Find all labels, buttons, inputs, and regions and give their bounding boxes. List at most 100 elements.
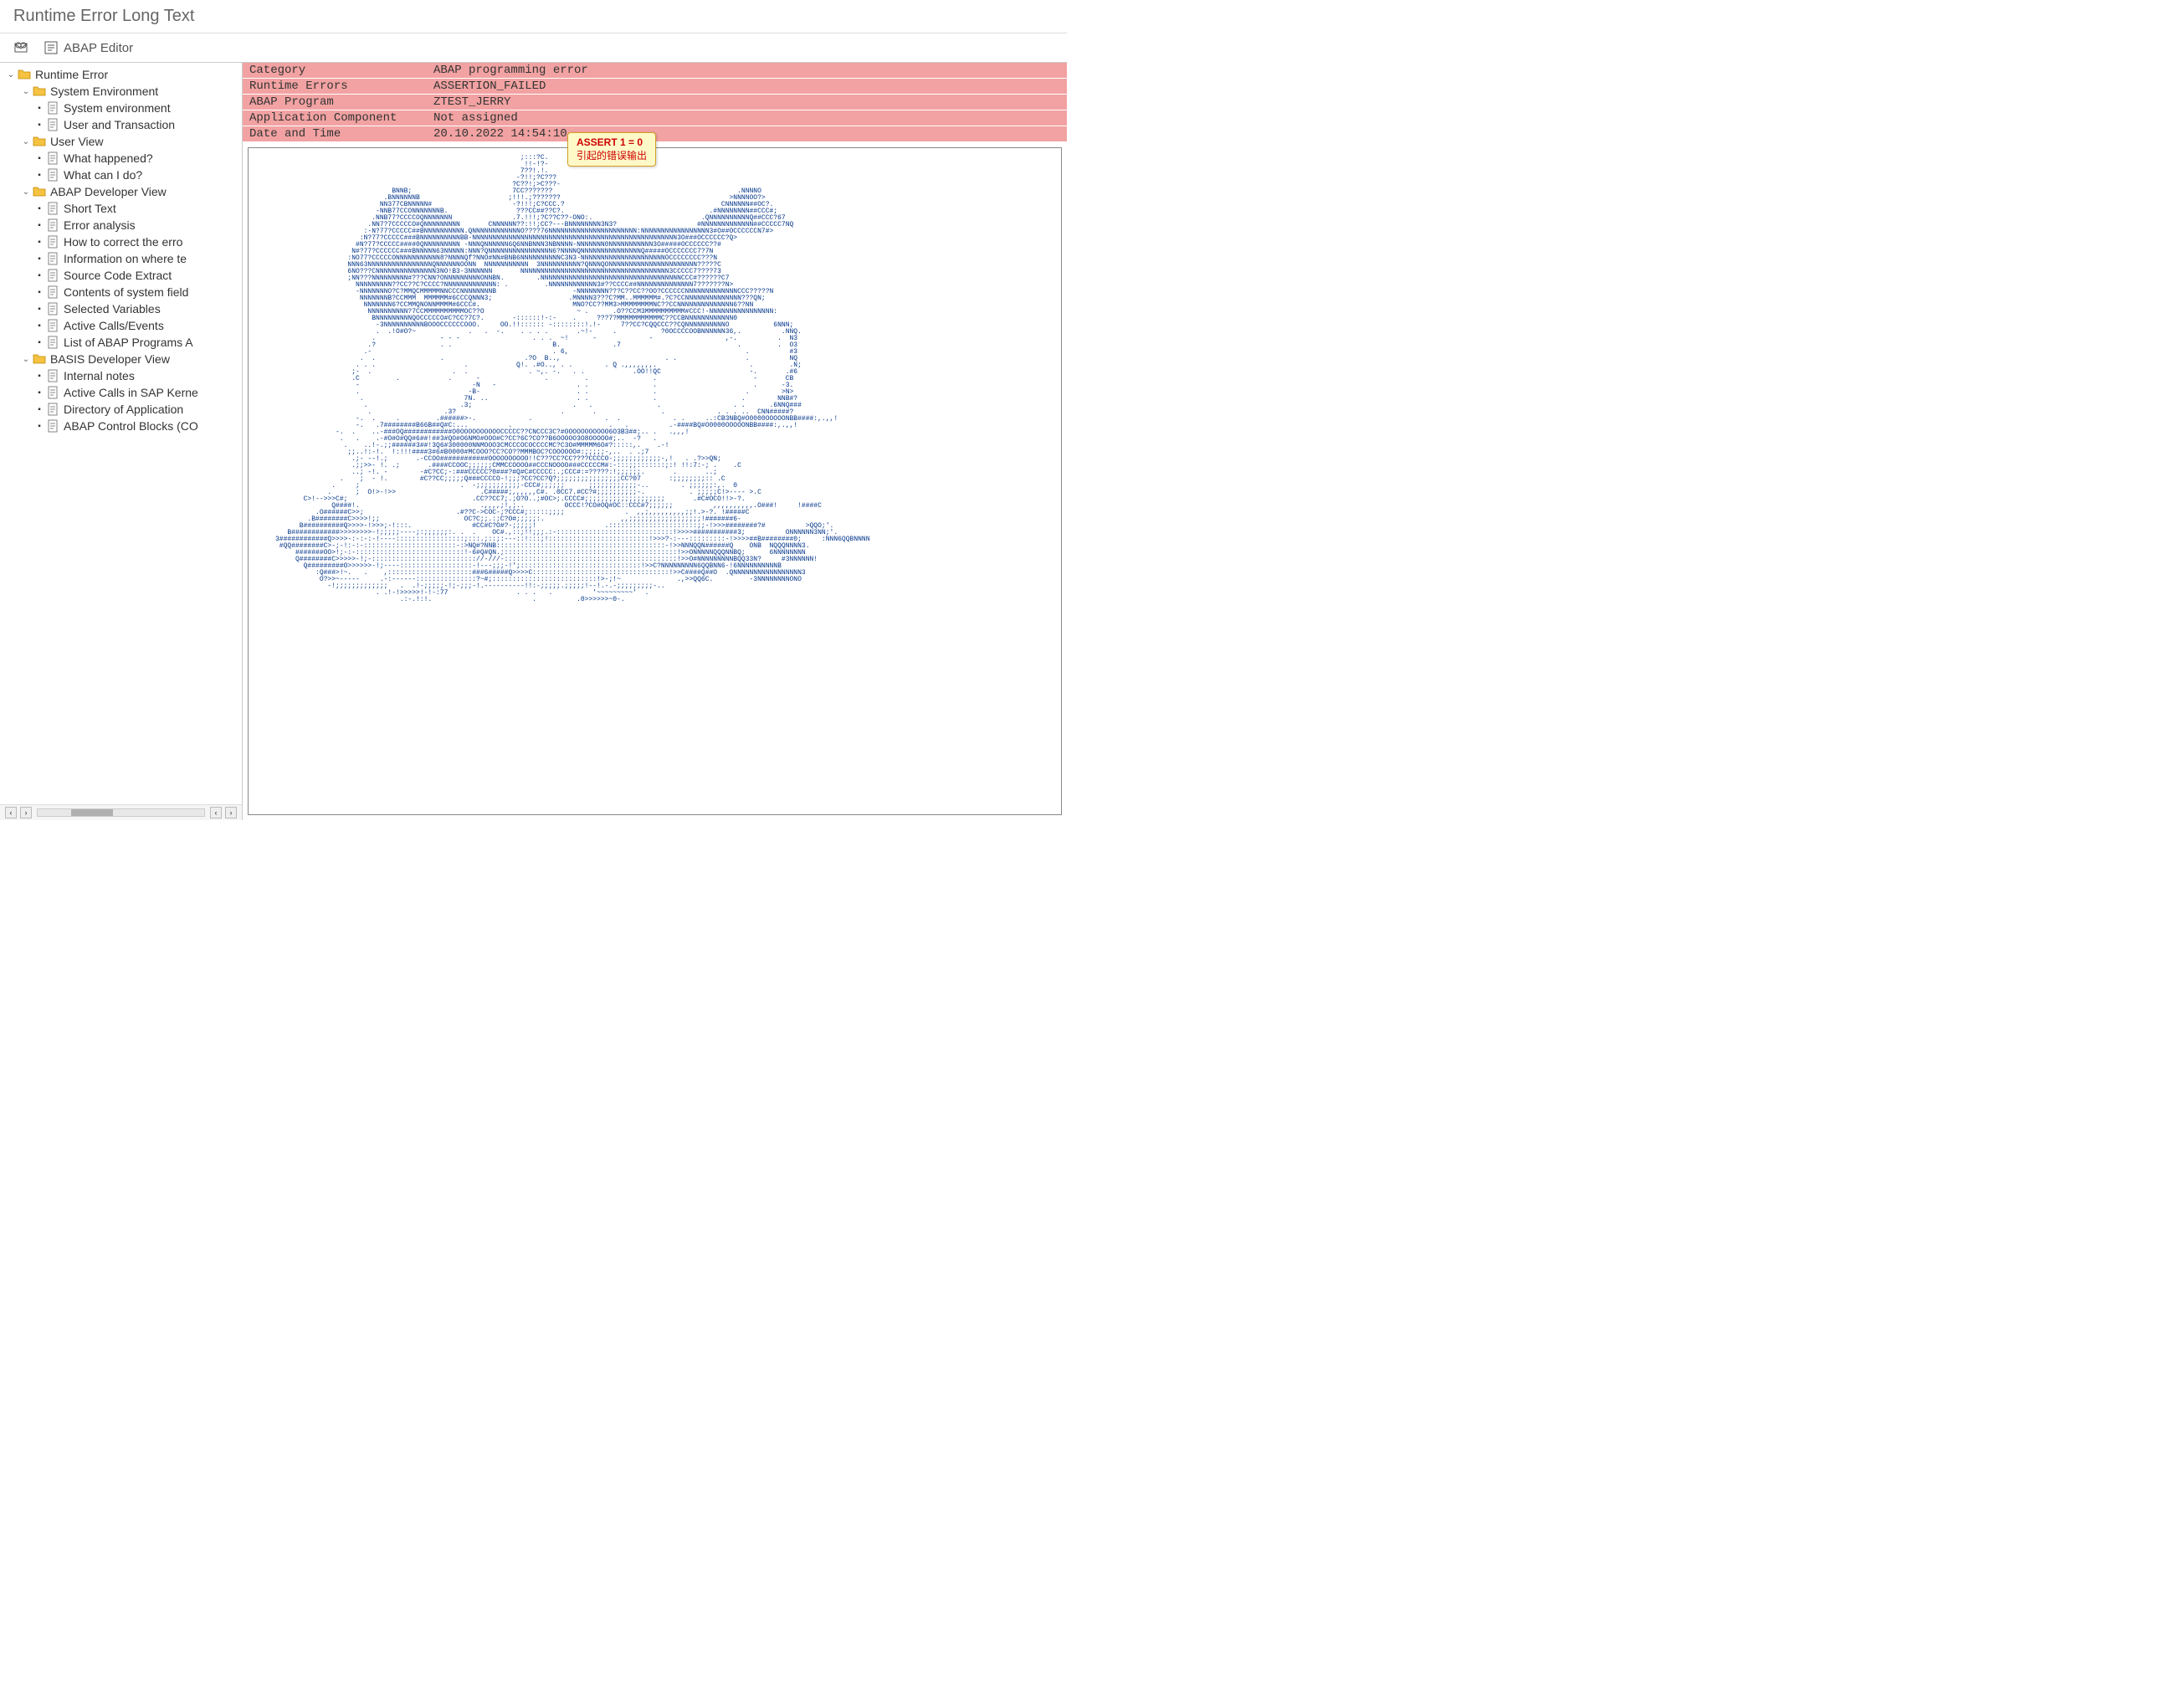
header-row: Application ComponentNot assigned	[243, 110, 1067, 126]
chevron-down-icon[interactable]: ⌄	[20, 187, 32, 197]
header-key: Date and Time	[243, 126, 427, 142]
tree-label: Error analysis	[64, 218, 136, 232]
bullet-icon: ▪	[35, 154, 44, 163]
bullet-icon: ▪	[35, 238, 44, 247]
scroll-left-btn-2[interactable]: ‹	[210, 807, 222, 818]
tree-label: Internal notes	[64, 369, 135, 382]
chevron-down-icon[interactable]: ⌄	[20, 355, 32, 364]
tree-doc-item[interactable]: ▪Information on where te	[2, 250, 240, 267]
tree-label: Selected Variables	[64, 302, 161, 316]
document-icon	[45, 269, 60, 282]
tree-doc-item[interactable]: ▪ What can I do?	[2, 167, 240, 183]
scrollbar-track[interactable]	[37, 808, 205, 817]
tree-label: What happened?	[64, 151, 153, 165]
tree-label: Short Text	[64, 202, 116, 215]
header-row: Runtime ErrorsASSERTION_FAILED	[243, 79, 1067, 95]
folder-icon	[32, 136, 47, 147]
editor-icon[interactable]	[42, 38, 60, 57]
document-icon	[45, 403, 60, 416]
bullet-icon: ▪	[35, 372, 44, 381]
tree-label: Runtime Error	[35, 68, 108, 81]
error-header-table: CategoryABAP programming errorRuntime Er…	[243, 63, 1067, 142]
toolbar-editor-label[interactable]: ABAP Editor	[64, 41, 133, 55]
tree-doc-item[interactable]: ▪ User and Transaction	[2, 116, 240, 133]
tree-folder[interactable]: ⌄ABAP Developer View	[2, 183, 240, 200]
tree-doc-item[interactable]: ▪ Short Text	[2, 200, 240, 217]
tree-label: User and Transaction	[64, 118, 175, 131]
tree-label: Active Calls/Events	[64, 319, 164, 332]
chevron-down-icon[interactable]: ⌄	[20, 137, 32, 146]
bullet-icon: ▪	[35, 121, 44, 130]
header-key: Runtime Errors	[243, 79, 427, 95]
tree-doc-item[interactable]: ▪ Error analysis	[2, 217, 240, 233]
bullet-icon: ▪	[35, 388, 44, 398]
header-key: ABAP Program	[243, 95, 427, 110]
tree-folder[interactable]: ⌄ BASIS Developer View	[2, 351, 240, 367]
tree-label: Directory of Application	[64, 403, 183, 416]
tree: ⌄Runtime Error⌄System Environment▪System…	[0, 63, 242, 804]
annotation-callout: ASSERT 1 = 0 引起的错误输出	[567, 132, 656, 167]
bullet-icon: ▪	[35, 104, 44, 113]
document-icon	[45, 369, 60, 382]
header-key: Category	[243, 63, 427, 79]
bullet-icon: ▪	[35, 321, 44, 331]
tree-doc-item[interactable]: ▪ Contents of system field	[2, 284, 240, 300]
tree-label: System environment	[64, 101, 171, 115]
tree-label: BASIS Developer View	[50, 352, 170, 366]
document-icon	[45, 336, 60, 349]
tree-doc-item[interactable]: ▪ Selected Variables	[2, 300, 240, 317]
header-value: Not assigned	[427, 110, 1067, 126]
bullet-icon: ▪	[35, 288, 44, 297]
document-icon	[45, 302, 60, 316]
mail-icon[interactable]	[13, 38, 32, 57]
scroll-left-btn[interactable]: ‹	[5, 807, 17, 818]
ascii-dump-area[interactable]: ;:::?C. !!-!?- 7??!.!.	[248, 147, 1062, 815]
bullet-icon: ▪	[35, 171, 44, 180]
document-icon	[45, 319, 60, 332]
document-icon	[45, 386, 60, 399]
tree-doc-item[interactable]: ▪ ABAP Control Blocks (CO	[2, 418, 240, 434]
bullet-icon: ▪	[35, 204, 44, 213]
scroll-right-btn[interactable]: ›	[20, 807, 32, 818]
tree-doc-item[interactable]: ▪How to correct the erro	[2, 233, 240, 250]
tree-doc-item[interactable]: ▪Active Calls in SAP Kerne	[2, 384, 240, 401]
tree-doc-item[interactable]: ▪ Internal notes	[2, 367, 240, 384]
bullet-icon: ▪	[35, 422, 44, 431]
tree-doc-item[interactable]: ▪ Directory of Application	[2, 401, 240, 418]
folder-icon	[32, 186, 47, 198]
tree-label: What can I do?	[64, 168, 142, 182]
bullet-icon: ▪	[35, 305, 44, 314]
document-icon	[45, 151, 60, 165]
bullet-icon: ▪	[35, 271, 44, 280]
callout-line1: ASSERT 1 = 0	[577, 136, 647, 148]
document-icon	[45, 419, 60, 433]
tree-doc-item[interactable]: ▪ Active Calls/Events	[2, 317, 240, 334]
tree-doc-item[interactable]: ▪ What happened?	[2, 150, 240, 167]
tree-doc-item[interactable]: ▪ System environment	[2, 100, 240, 116]
ascii-art: ;:::?C. !!-!?- 7??!.!.	[255, 155, 1054, 603]
tree-folder[interactable]: ⌄ User View	[2, 133, 240, 150]
bullet-icon: ▪	[35, 221, 44, 230]
tree-label: Contents of system field	[64, 285, 188, 299]
tree-folder[interactable]: ⌄ System Environment	[2, 83, 240, 100]
bullet-icon: ▪	[35, 405, 44, 414]
callout-line2: 引起的错误输出	[577, 148, 647, 162]
header-row: CategoryABAP programming error	[243, 63, 1067, 79]
scroll-right-btn-2[interactable]: ›	[225, 807, 237, 818]
chevron-down-icon[interactable]: ⌄	[5, 70, 17, 80]
tree-doc-item[interactable]: ▪List of ABAP Programs A	[2, 334, 240, 351]
document-icon	[45, 168, 60, 182]
tree-folder[interactable]: ⌄ Runtime Error	[2, 66, 240, 83]
document-icon	[45, 118, 60, 131]
scrollbar-thumb[interactable]	[71, 809, 113, 816]
document-icon	[45, 202, 60, 215]
header-value: 20.10.2022 14:54:10	[427, 126, 1067, 142]
chevron-down-icon[interactable]: ⌄	[20, 87, 32, 96]
tree-label: ABAP Control Blocks (CO	[64, 419, 198, 433]
tree-label: User View	[50, 135, 104, 148]
folder-icon	[17, 69, 32, 80]
bullet-icon: ▪	[35, 254, 44, 264]
sidebar-scrollbar: ‹ › ‹ ›	[0, 804, 242, 820]
tree-label: System Environment	[50, 85, 158, 98]
tree-doc-item[interactable]: ▪Source Code Extract	[2, 267, 240, 284]
